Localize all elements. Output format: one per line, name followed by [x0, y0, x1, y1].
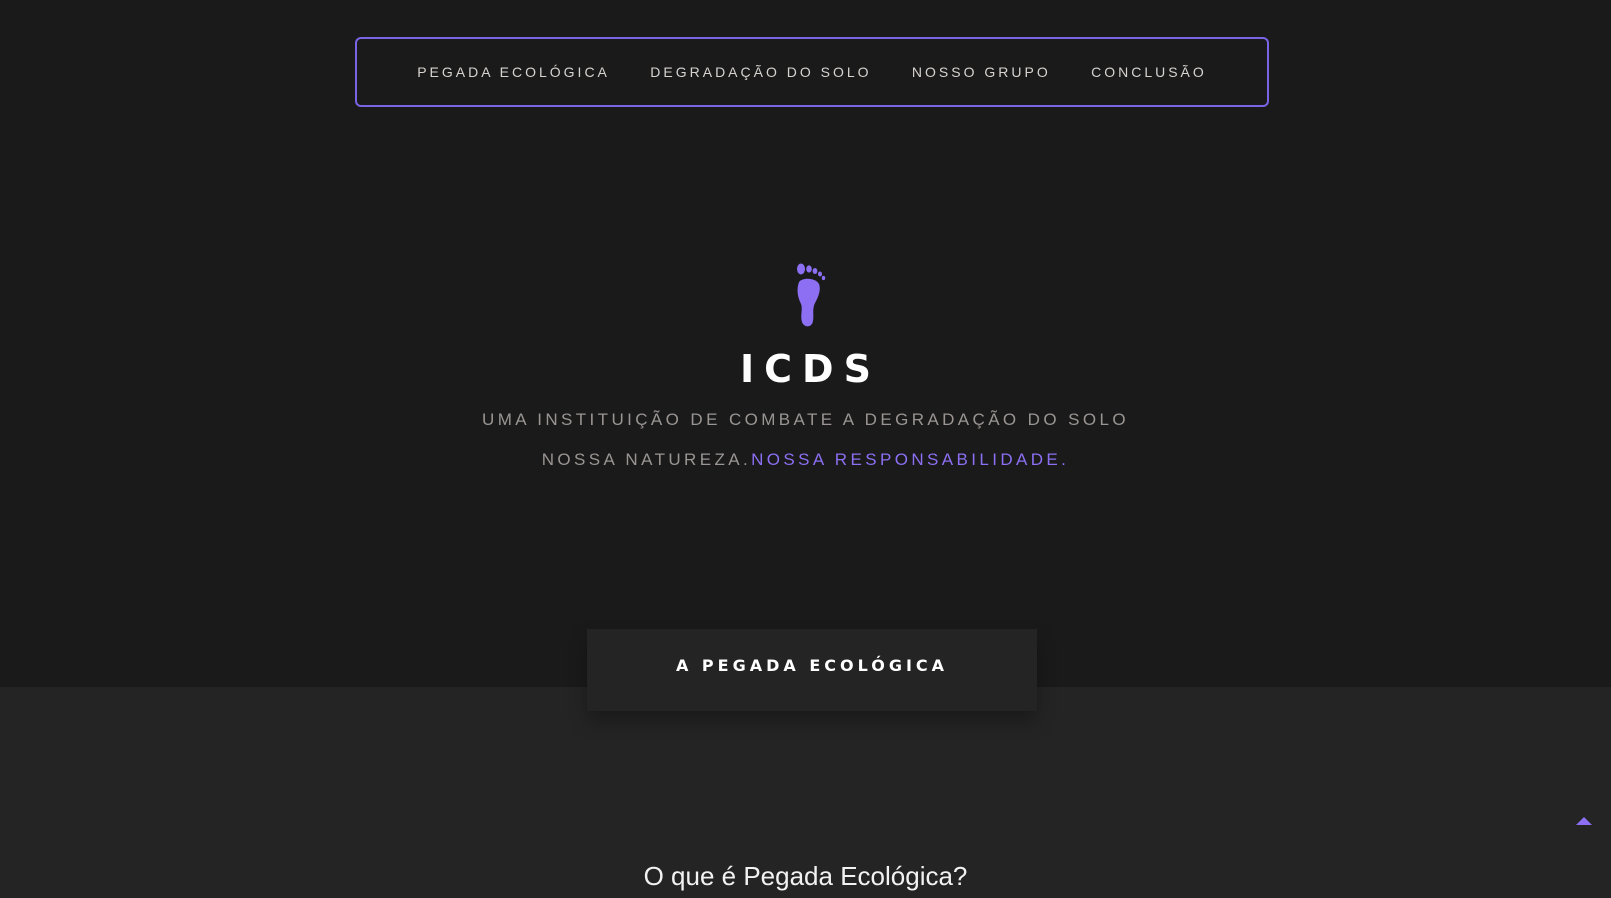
- section-question-heading: O que é Pegada Ecológica?: [643, 861, 968, 891]
- section-tab: A PEGADA ECOLÓGICA: [587, 629, 1037, 711]
- hero-subtitle: UMA INSTITUIÇÃO DE COMBATE A DEGRADAÇÃO …: [482, 410, 1129, 429]
- nav-item-nosso-grupo[interactable]: NOSSO GRUPO: [912, 64, 1051, 80]
- tagline-accent: NOSSA RESPONSABILIDADE: [751, 450, 1062, 469]
- brand-title: ICDS: [740, 347, 881, 391]
- page: PEGADA ECOLÓGICA DEGRADAÇÃO DO SOLO NOSS…: [0, 0, 1611, 898]
- hero-tagline: NOSSA NATUREZA.NOSSA RESPONSABILIDADE.: [0, 448, 1611, 472]
- footprint-icon: [797, 263, 826, 327]
- nav-item-degradacao-do-solo[interactable]: DEGRADAÇÃO DO SOLO: [650, 64, 871, 80]
- tagline-suffix: .: [1061, 450, 1070, 469]
- nav-item-pegada-ecologica[interactable]: PEGADA ECOLÓGICA: [417, 64, 610, 80]
- nav-item-conclusao[interactable]: CONCLUSÃO: [1091, 64, 1207, 80]
- main-nav: PEGADA ECOLÓGICA DEGRADAÇÃO DO SOLO NOSS…: [355, 37, 1269, 107]
- tagline-prefix: NOSSA NATUREZA.: [541, 450, 752, 469]
- caret-up-icon[interactable]: [1574, 814, 1594, 830]
- section-tab-label: A PEGADA ECOLÓGICA: [675, 656, 949, 675]
